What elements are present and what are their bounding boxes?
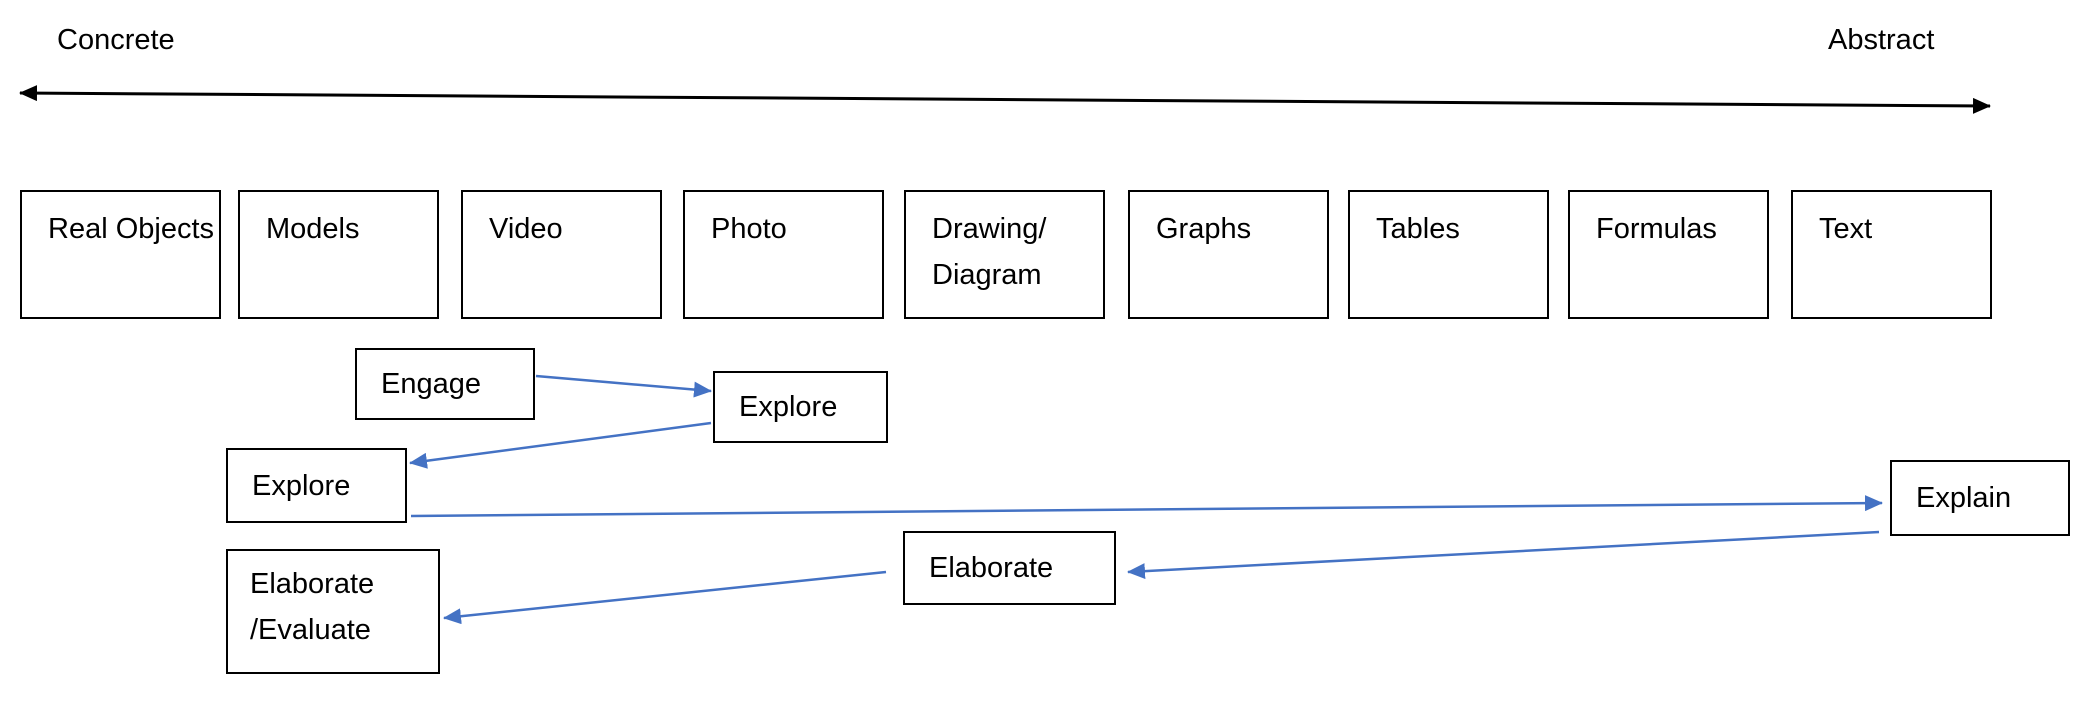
representation-video: Video — [461, 190, 662, 319]
representation-formulas: Formulas — [1568, 190, 1769, 319]
stage-elaborate: Elaborate — [903, 531, 1116, 605]
abstract-label: Abstract — [1828, 24, 1935, 56]
flow-arrow-elaborate-evaluate — [443, 570, 887, 625]
flow-arrow-explore-explore — [409, 421, 712, 469]
flow-arrow-engage-explore — [535, 374, 712, 398]
stage-elaborate-evaluate: Elaborate /Evaluate — [226, 549, 440, 674]
flow-arrow-explore-explain — [410, 495, 1883, 518]
stage-explore-1: Explore — [713, 371, 888, 443]
abstract-arrow — [999, 97, 1991, 114]
representation-tables: Tables — [1348, 190, 1549, 319]
representation-photo: Photo — [683, 190, 884, 319]
flow-arrow-explain-elaborate — [1127, 530, 1880, 580]
representation-real-objects: Real Objects — [20, 190, 221, 319]
representation-models: Models — [238, 190, 439, 319]
stage-explain: Explain — [1890, 460, 2070, 536]
stage-engage: Engage — [355, 348, 535, 420]
concrete-label: Concrete — [57, 24, 175, 56]
representation-drawing-diagram: Drawing/ Diagram — [904, 190, 1105, 319]
concrete-arrow — [19, 85, 1001, 102]
stage-explore-2: Explore — [226, 448, 407, 523]
representation-text: Text — [1791, 190, 1992, 319]
representation-graphs: Graphs — [1128, 190, 1329, 319]
